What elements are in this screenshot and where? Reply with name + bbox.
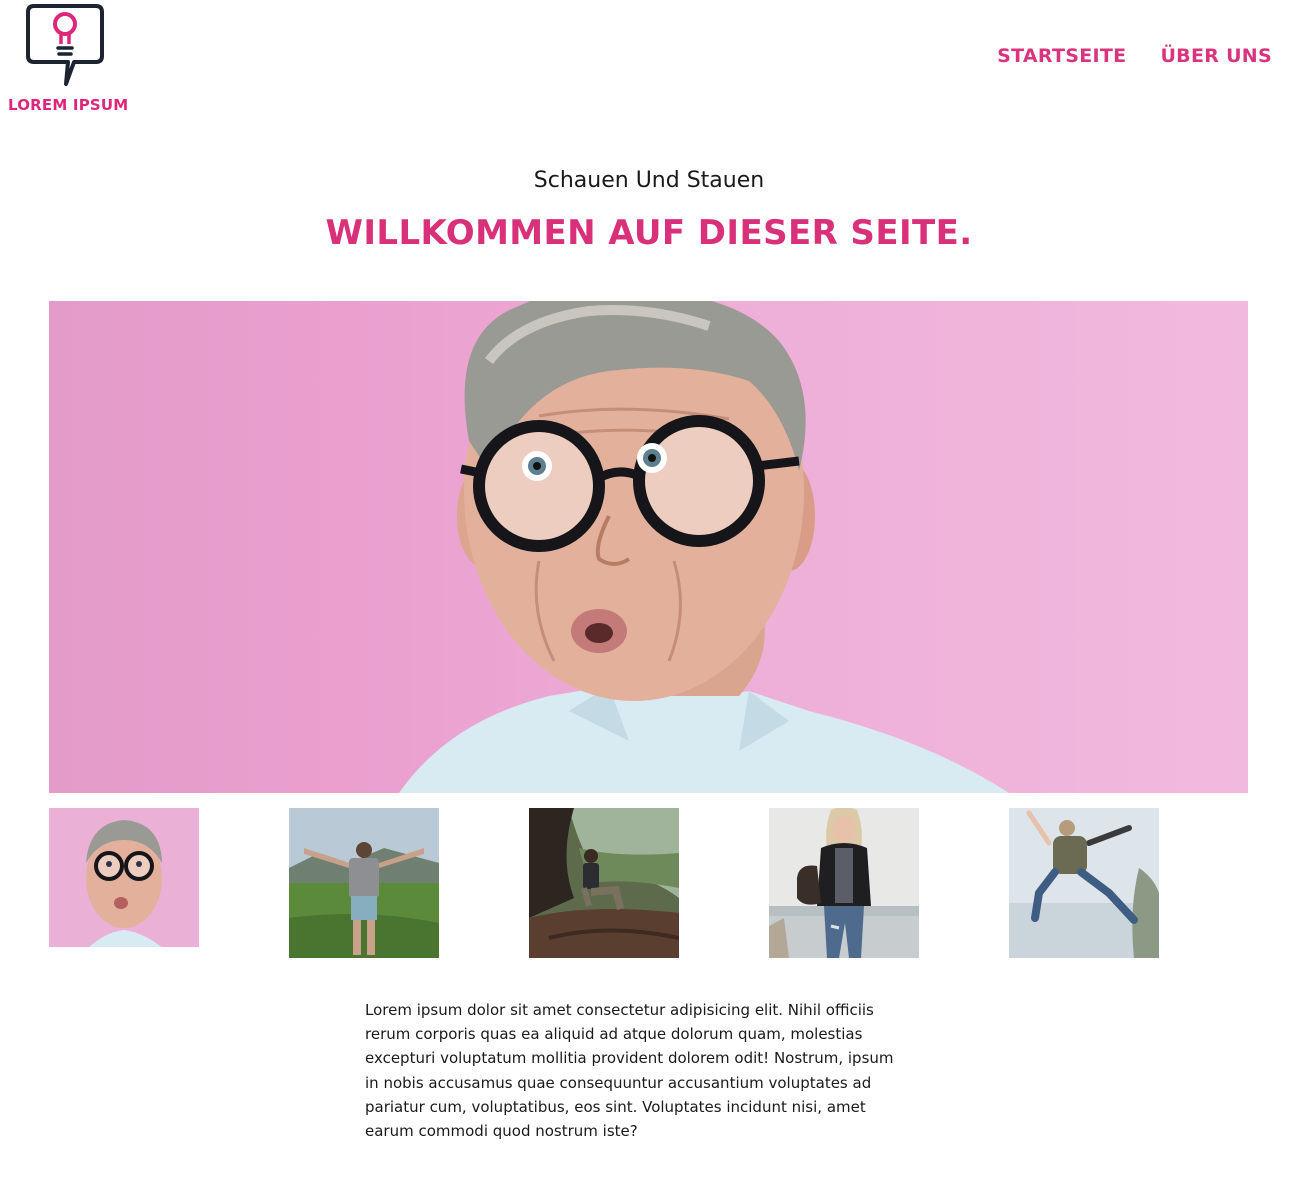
thumb-man-sitting-cliff[interactable] <box>529 808 679 958</box>
thumb-surprised-man[interactable] <box>49 808 199 947</box>
surprised-man-thumb-image <box>49 808 199 947</box>
thumb-man-arms-spread[interactable] <box>289 808 439 958</box>
hero-image <box>49 301 1248 793</box>
surprised-man-illustration <box>399 301 1009 793</box>
page-title: WILLKOMMEN AUF DIESER SEITE. <box>325 213 973 253</box>
main-nav: STARTSEITE ÜBER UNS <box>997 45 1272 67</box>
brand-name: LOREM IPSUM <box>8 96 129 114</box>
nav-link-ueber-uns[interactable]: ÜBER UNS <box>1160 45 1272 67</box>
woman-walking-beach-thumb-image <box>769 808 919 958</box>
thumb-person-jumping[interactable] <box>1009 808 1159 958</box>
thumb-woman-walking-beach[interactable] <box>769 808 919 958</box>
man-sitting-cliff-thumb-image <box>529 808 679 958</box>
page-subtitle: Schauen Und Stauen <box>533 168 765 193</box>
person-jumping-thumb-image <box>1009 808 1159 958</box>
lightbulb-speech-bubble-icon <box>26 4 104 86</box>
man-arms-spread-thumb-image <box>289 808 439 958</box>
intro-paragraph: Lorem ipsum dolor sit amet consectetur a… <box>365 1001 894 1141</box>
nav-link-startseite[interactable]: STARTSEITE <box>997 45 1126 67</box>
